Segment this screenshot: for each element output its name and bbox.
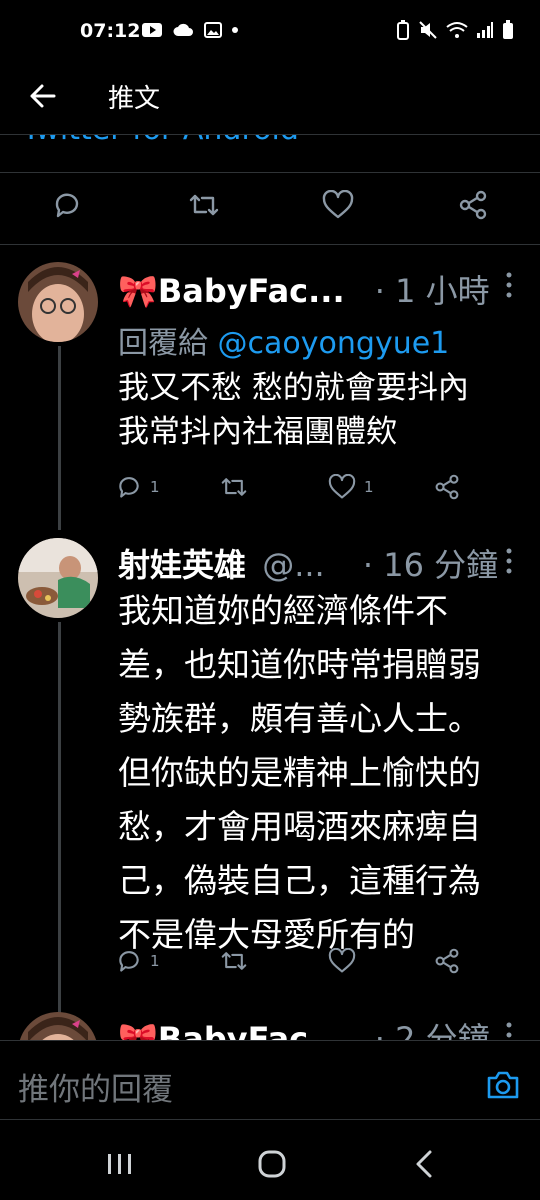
user-handle[interactable]: @...: [262, 546, 325, 584]
recent-apps-icon: [108, 1154, 131, 1174]
back-nav-button[interactable]: [404, 1144, 444, 1184]
retweet-icon: [221, 952, 247, 970]
camera-icon: [487, 1071, 519, 1099]
tweet-text: 我又不愁 愁的就會要抖內 我常抖內社福團體欸: [118, 370, 469, 450]
cloud-icon: [173, 23, 193, 36]
retweet-button[interactable]: [220, 474, 248, 500]
home-button[interactable]: [252, 1144, 292, 1184]
status-time: 07:12: [80, 20, 141, 42]
page-title: 推文: [108, 84, 161, 114]
more-vertical-icon: [506, 272, 512, 298]
share-icon: [459, 190, 487, 220]
status-bar: 07:12: [0, 0, 540, 62]
reply-actions: 1: [0, 948, 540, 988]
like-button[interactable]: [322, 190, 354, 220]
heart-icon: [328, 948, 356, 973]
share-icon: [435, 474, 459, 500]
avatar[interactable]: [18, 262, 98, 342]
like-button[interactable]: 1: [328, 474, 374, 500]
reply-icon: [119, 951, 139, 972]
battery-icon: [503, 20, 513, 39]
top-bar: 推文: [0, 62, 540, 132]
share-button[interactable]: [434, 474, 460, 500]
divider: [0, 244, 540, 245]
timestamp: · 16 分鐘: [362, 546, 499, 584]
reply-to-prefix: 回覆給: [118, 326, 208, 361]
mute-icon: [419, 21, 437, 39]
reply-count: 1: [150, 478, 160, 496]
reply-input[interactable]: 推你的回覆: [18, 1064, 173, 1109]
retweet-button[interactable]: [188, 190, 220, 220]
heart-icon: [322, 190, 354, 219]
youtube-icon: [142, 23, 162, 37]
reply-count: 1: [150, 952, 160, 970]
retweet-icon: [221, 478, 247, 496]
reply-icon: [55, 193, 79, 218]
like-count: 1: [364, 478, 374, 496]
signal-icon: [477, 22, 493, 38]
reply-actions: 1 1: [0, 474, 540, 514]
more-options-button[interactable]: [500, 546, 518, 576]
battery-saver-icon: [397, 20, 409, 40]
notification-dot-icon: [232, 27, 238, 33]
reply-button[interactable]: [52, 190, 82, 220]
gallery-icon: [204, 22, 222, 38]
more-vertical-icon: [506, 548, 512, 574]
reply-to-label: 回覆給 @caoyongyue1: [118, 318, 449, 362]
share-button[interactable]: [458, 190, 488, 220]
divider: [0, 134, 540, 135]
chevron-left-icon: [416, 1150, 432, 1178]
more-options-button[interactable]: [500, 270, 518, 300]
reply-icon: [119, 477, 139, 498]
timestamp: · 1 小時: [374, 272, 490, 310]
camera-button[interactable]: [486, 1068, 520, 1102]
divider: [0, 1040, 540, 1041]
heart-icon: [328, 474, 356, 499]
tweet-text: 我知道妳的經濟條件不 差，也知道你時常捐贈弱 勢族群，頗有善心人士。 但你缺的是…: [118, 591, 481, 954]
arrow-left-icon: [30, 84, 56, 108]
main-tweet-actions: [0, 190, 540, 230]
share-button[interactable]: [434, 948, 460, 974]
recent-apps-button[interactable]: [100, 1144, 140, 1184]
reply-button[interactable]: 1: [116, 948, 160, 974]
home-icon: [258, 1150, 286, 1178]
system-nav-bar: [0, 1120, 540, 1200]
retweet-button[interactable]: [220, 948, 248, 974]
reply-button[interactable]: 1: [116, 474, 160, 500]
like-button[interactable]: [328, 948, 356, 974]
share-icon: [435, 948, 459, 974]
divider: [0, 172, 540, 173]
retweet-icon: [189, 194, 219, 216]
reply-composer: 推你的回覆: [0, 1040, 540, 1120]
back-button[interactable]: [24, 76, 64, 116]
display-name[interactable]: 🎀BabyFac...: [118, 272, 345, 310]
avatar[interactable]: [18, 538, 98, 618]
wifi-icon: [446, 22, 468, 38]
display-name[interactable]: 射娃英雄: [118, 546, 246, 584]
reply-to-handle[interactable]: @caoyongyue1: [218, 326, 450, 361]
